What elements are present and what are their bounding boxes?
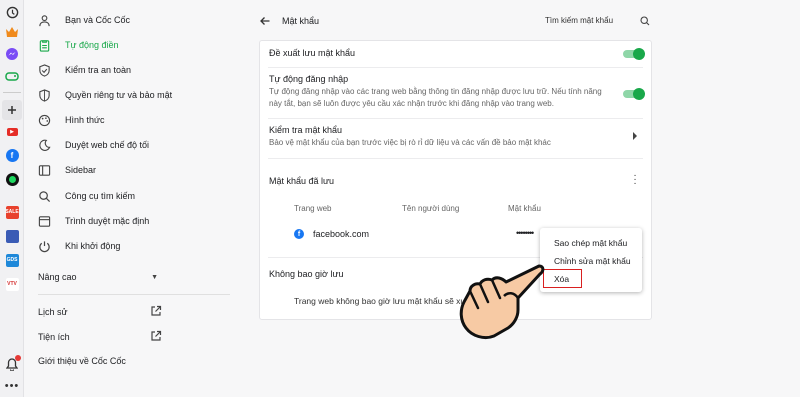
sidebar-item-on-startup[interactable]: Khi khởi động — [38, 236, 120, 256]
search-icon[interactable] — [640, 16, 650, 28]
person-icon — [38, 14, 51, 27]
sidebar-item-about[interactable]: Giới thiệu về Cốc Cốc — [38, 351, 126, 371]
sidebar-item-label: Trình duyệt mặc định — [65, 216, 150, 226]
sidebar-item-history[interactable]: Lịch sử — [38, 302, 162, 322]
game-app-icon[interactable] — [2, 226, 22, 246]
auto-login-desc-line1: Tự động đăng nhập vào các trang web bằng… — [269, 87, 602, 96]
never-saved-empty: Trang web không bao giờ lưu mật khẩu sẽ … — [294, 296, 473, 306]
sidebar-advanced-label: Nâng cao — [38, 272, 77, 282]
rail-divider — [3, 92, 21, 93]
game-icon[interactable] — [2, 66, 22, 86]
column-password: Mật khẩu — [508, 204, 541, 213]
sidebar-item-label: Kiểm tra an toàn — [65, 65, 132, 75]
sidebar-item-search-engine[interactable]: Công cụ tìm kiếm — [38, 186, 135, 206]
search-icon — [38, 190, 51, 203]
pointing-hand-icon — [459, 264, 545, 340]
browser-icon — [38, 215, 51, 228]
sidebar-item-privacy[interactable]: Quyền riêng tư và bảo mật — [38, 85, 172, 105]
offer-save-title: Đề xuất lưu mật khẩu — [269, 48, 356, 58]
password-context-menu: Sao chép mật khẩu Chỉnh sửa mật khẩu Xóa — [540, 228, 642, 292]
shop-icon[interactable]: SALE — [2, 202, 22, 222]
notification-dot — [15, 355, 21, 361]
chevron-right-icon — [632, 132, 638, 142]
power-icon — [38, 240, 51, 253]
menu-item-delete[interactable]: Xóa — [554, 274, 569, 284]
app-rail: ▶ f SALE GDS VTV ••• — [0, 0, 24, 397]
crown-icon[interactable] — [2, 22, 22, 42]
palette-icon — [38, 114, 51, 127]
plus-icon[interactable] — [2, 100, 22, 120]
sidebar-item-label: Duyệt web chế độ tối — [65, 140, 150, 150]
menu-item-copy-password[interactable]: Sao chép mật khẩu — [554, 238, 627, 248]
sidebar-item-label: Bạn và Cốc Cốc — [65, 15, 131, 25]
column-username: Tên người dùng — [402, 204, 460, 213]
sidebar-item-sidebar[interactable]: Sidebar — [38, 160, 96, 180]
sidebar-item-autofill[interactable]: Tự động điền — [38, 35, 119, 55]
auto-login-desc-line2: này tắt, bạn sẽ luôn được yêu cầu xác nh… — [269, 99, 554, 108]
messenger-icon[interactable] — [2, 44, 22, 64]
offer-save-toggle[interactable] — [623, 48, 645, 60]
external-link-icon — [150, 330, 162, 344]
row-separator — [268, 67, 643, 68]
menu-item-edit-password[interactable]: Chỉnh sửa mật khẩu — [554, 256, 631, 266]
shield-icon — [38, 63, 51, 77]
facebook-icon[interactable]: f — [2, 145, 22, 165]
sidebar-advanced-toggle[interactable]: Nâng cao ▼ — [38, 267, 158, 287]
sidebar-item-label: Giới thiệu về Cốc Cốc — [38, 356, 126, 366]
history-icon[interactable] — [2, 2, 22, 22]
sidebar-item-you-and-coccoc[interactable]: Bạn và Cốc Cốc — [38, 10, 130, 30]
saved-password: •••••••• — [516, 228, 534, 238]
facebook-icon: f — [294, 229, 304, 239]
saved-site: facebook.com — [313, 229, 370, 239]
sidebar-item-extensions[interactable]: Tiện ích — [38, 327, 162, 347]
auto-login-toggle[interactable] — [623, 88, 645, 100]
sidebar-divider — [38, 294, 230, 295]
sidebar-item-label: Hình thức — [65, 115, 105, 125]
search-passwords-input[interactable]: Tìm kiếm mật khẩu — [545, 16, 613, 25]
sidebar-item-safety-check[interactable]: Kiểm tra an toàn — [38, 60, 131, 80]
bell-icon[interactable] — [2, 354, 22, 374]
sidebar-item-label: Công cụ tìm kiếm — [65, 191, 136, 201]
sidebar-item-label: Khi khởi động — [65, 241, 121, 251]
more-icon[interactable]: ••• — [2, 376, 22, 396]
youtube-icon[interactable]: ▶ — [2, 122, 22, 142]
sidebar-item-dark-mode[interactable]: Duyệt web chế độ tối — [38, 135, 149, 155]
sidebar-item-label: Sidebar — [65, 165, 97, 175]
news-icon[interactable]: GDS — [2, 250, 22, 270]
moon-icon — [38, 139, 51, 152]
spotify-icon[interactable] — [2, 169, 22, 189]
column-site: Trang web — [294, 204, 332, 213]
row-separator — [268, 158, 643, 159]
back-arrow-icon[interactable] — [259, 15, 271, 27]
more-vert-icon[interactable]: · · · — [632, 171, 638, 189]
privacy-shield-icon — [38, 88, 51, 102]
auto-login-description: Tự động đăng nhập vào các trang web bằng… — [269, 86, 619, 110]
clipboard-icon — [38, 39, 51, 52]
sidebar-item-label: Tiện ích — [38, 332, 70, 342]
password-check-title: Kiểm tra mật khẩu — [269, 125, 343, 135]
sidebar-item-label: Tự động điền — [65, 40, 119, 50]
external-link-icon — [150, 305, 162, 319]
auto-login-title: Tự động đăng nhập — [269, 74, 349, 84]
password-check-row[interactable]: Kiểm tra mật khẩu Bảo vệ mật khẩu của bạ… — [260, 119, 653, 157]
never-saved-heading: Không bao giờ lưu — [269, 269, 344, 279]
sidebar-item-appearance[interactable]: Hình thức — [38, 110, 105, 130]
sidebar-item-label: Quyền riêng tư và bảo mật — [65, 90, 173, 100]
password-check-description: Bảo vệ mật khẩu của bạn trước việc bị rò… — [269, 138, 551, 147]
settings-sidebar: Bạn và Cốc Cốc Tự động điền Kiểm tra an … — [24, 0, 230, 397]
password-header: Mật khẩu Tìm kiếm mật khẩu — [259, 10, 652, 32]
saved-passwords-heading: Mật khẩu đã lưu — [269, 176, 335, 186]
page-title: Mật khẩu — [282, 16, 320, 26]
sidebar-item-label: Lịch sử — [38, 307, 68, 317]
sidebar-icon — [38, 164, 51, 177]
vtv-icon[interactable]: VTV — [2, 274, 22, 294]
sidebar-item-default-browser[interactable]: Trình duyệt mặc định — [38, 211, 149, 231]
caret-down-icon: ▼ — [151, 273, 158, 281]
